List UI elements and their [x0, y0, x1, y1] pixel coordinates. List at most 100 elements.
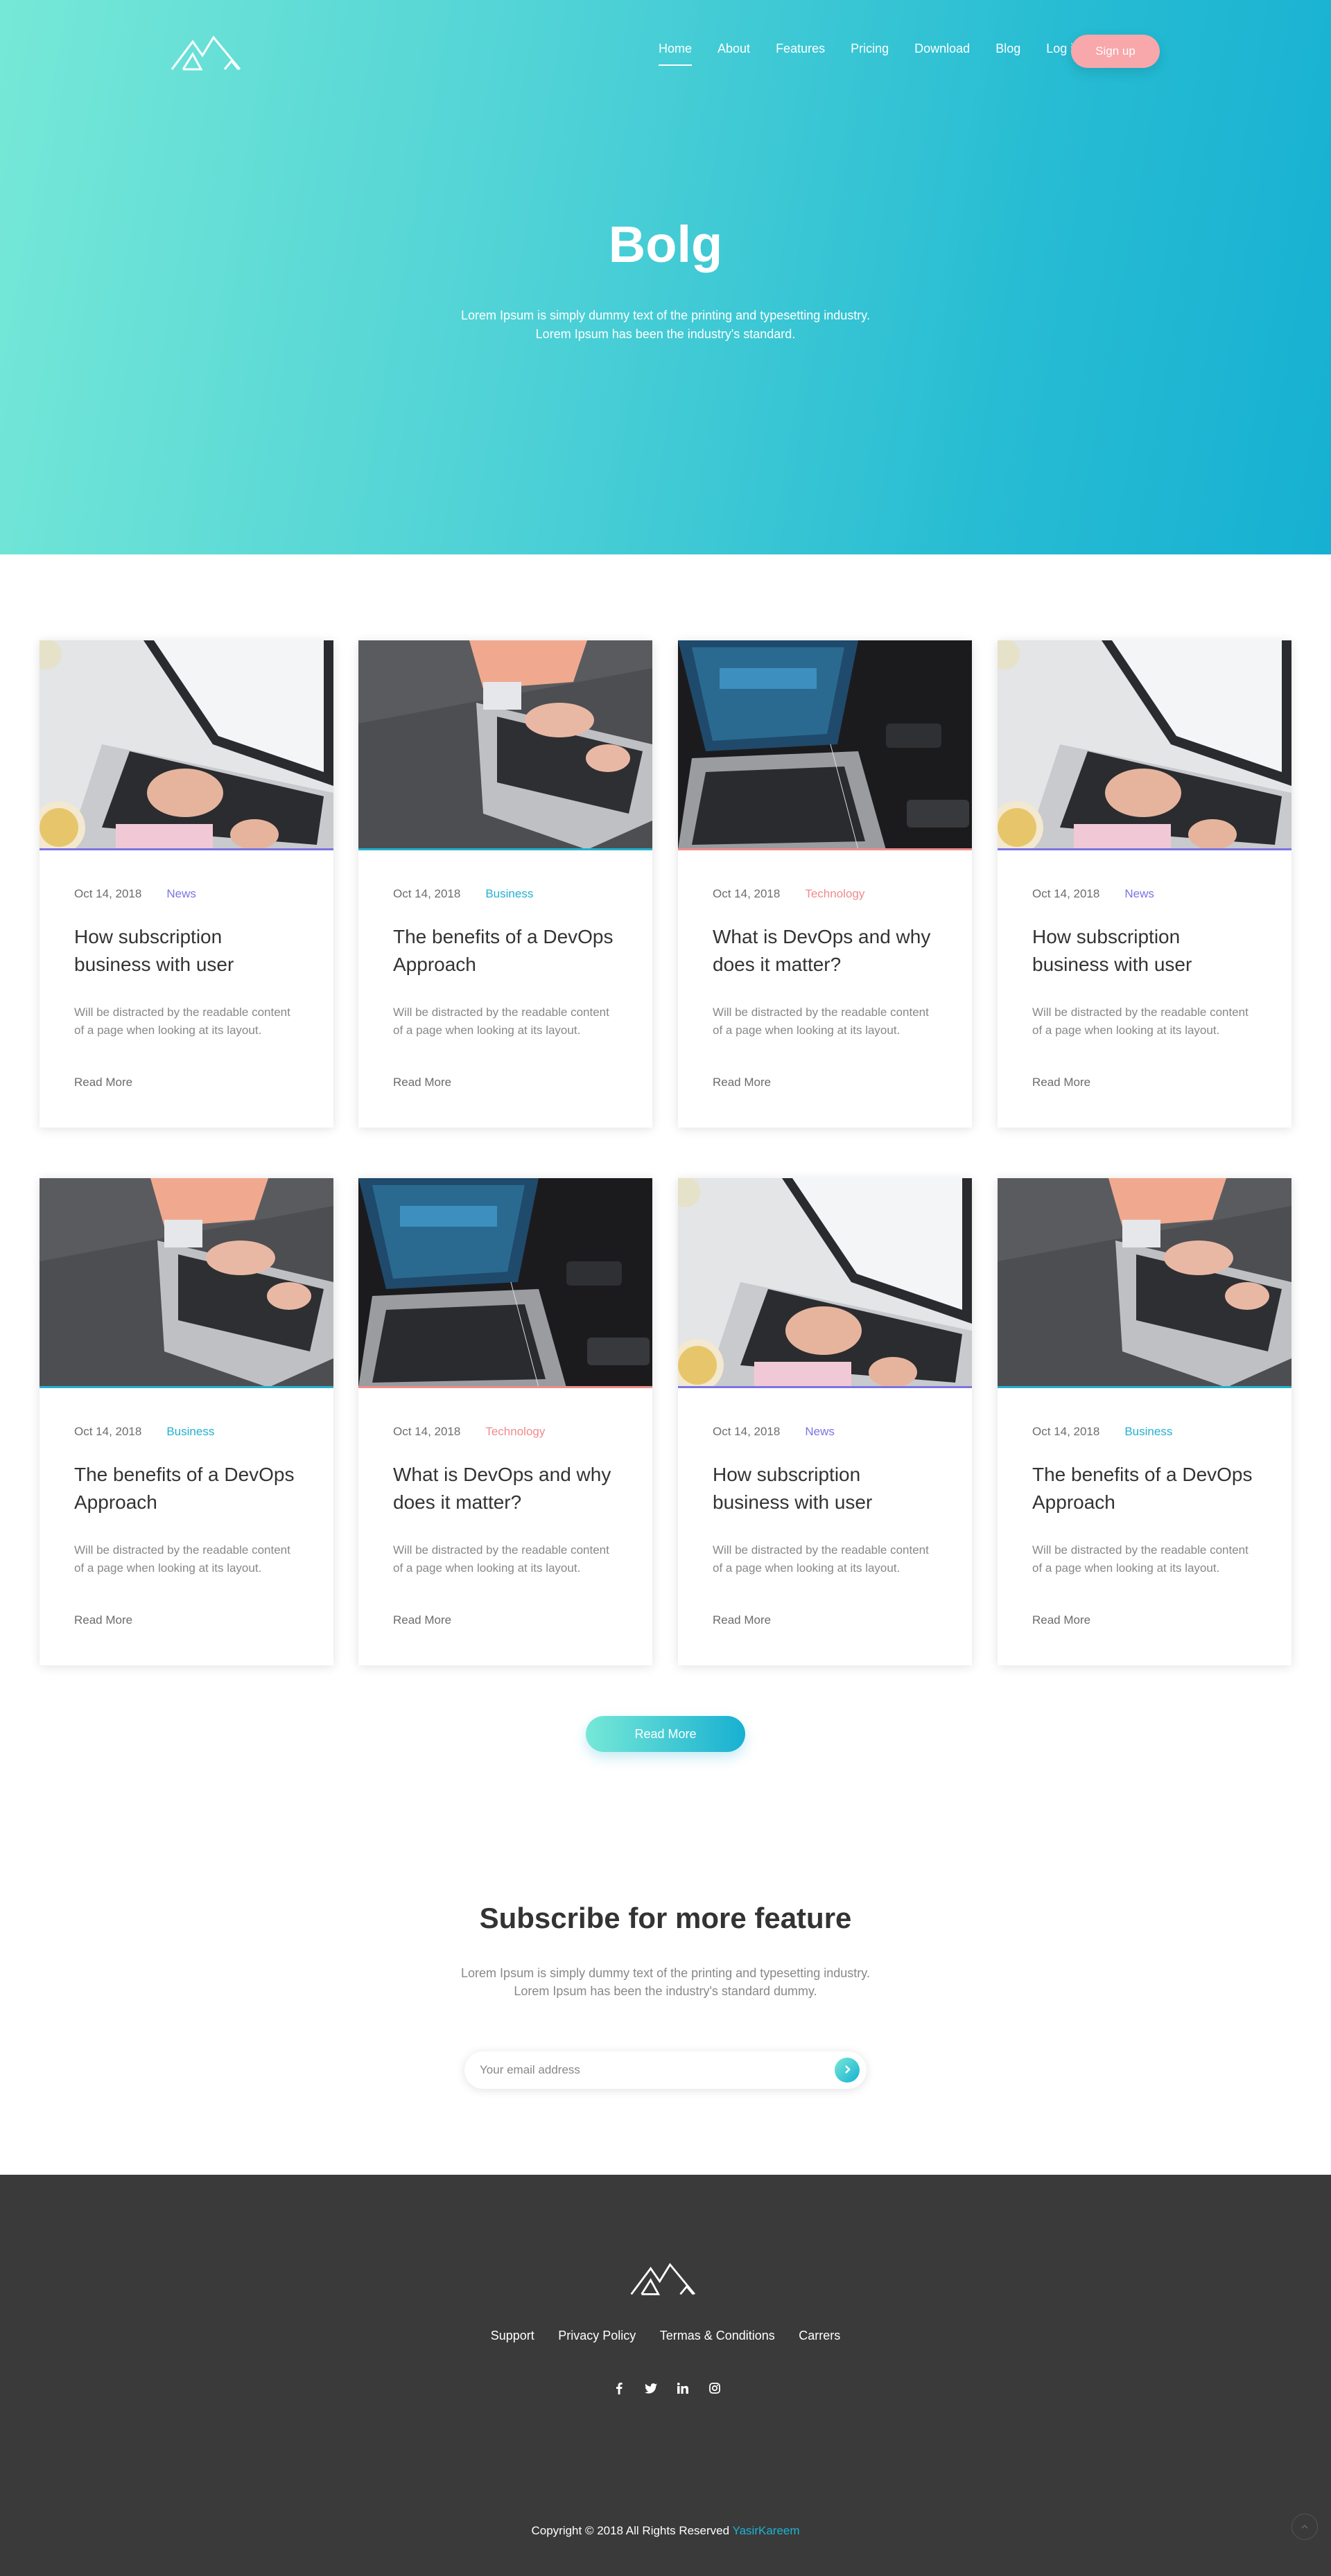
laptop-dark-desk-photo[interactable]	[358, 1178, 652, 1387]
post-date: Oct 14, 2018	[393, 887, 461, 900]
hero-subtitle-line: Lorem Ipsum is simply dummy text of the …	[461, 308, 870, 322]
copyright: Copyright © 2018 All Rights Reserved Yas…	[0, 2524, 1331, 2538]
post-title-line: does it matter?	[713, 954, 842, 975]
card-accent-line	[40, 848, 333, 850]
card-meta: Oct 14, 2018 Technology	[393, 1425, 545, 1439]
blog-card[interactable]: Oct 14, 2018 Business The benefits of a De…	[358, 640, 652, 1128]
back-to-top-button[interactable]	[1291, 2514, 1318, 2540]
read-more-link[interactable]: Read More	[393, 1613, 451, 1627]
nav-blog[interactable]: Blog	[995, 42, 1020, 56]
post-category[interactable]: News	[1124, 887, 1154, 900]
card-accent-line	[358, 848, 652, 850]
laptop-coffee-photo[interactable]	[678, 1178, 972, 1387]
post-excerpt: Will be distracted by the readable conte…	[393, 1541, 629, 1577]
author-link[interactable]: YasirKareem	[733, 2524, 800, 2537]
subscribe-submit-button[interactable]	[835, 2058, 860, 2083]
linkedin-icon[interactable]	[667, 2380, 699, 2397]
post-excerpt-line: Will be distracted by the readable conte…	[74, 1006, 290, 1019]
read-more-link[interactable]: Read More	[713, 1076, 771, 1089]
post-category[interactable]: Technology	[805, 887, 864, 900]
post-title[interactable]: The benefits of a DevOps Approach	[393, 923, 629, 979]
nav-pricing[interactable]: Pricing	[851, 42, 889, 56]
post-date: Oct 14, 2018	[74, 887, 142, 900]
post-excerpt-line: of a page when looking at its layout.	[393, 1561, 581, 1575]
hero-subtitle: Lorem Ipsum is simply dummy text of the …	[458, 306, 873, 344]
post-title[interactable]: The benefits of a DevOps Approach	[1032, 1461, 1268, 1516]
load-more-button[interactable]: Read More	[586, 1716, 745, 1752]
post-title[interactable]: How subscription business with user	[713, 1461, 948, 1516]
post-excerpt: Will be distracted by the readable conte…	[1032, 1004, 1268, 1040]
facebook-icon[interactable]	[603, 2380, 635, 2397]
card-accent-line	[358, 1386, 652, 1388]
blog-card[interactable]: Oct 14, 2018 Business The benefits of a De…	[998, 1178, 1291, 1665]
laptop-coffee-photo[interactable]	[998, 640, 1291, 850]
footer-link-support[interactable]: Support	[491, 2329, 534, 2342]
post-excerpt-line: Will be distracted by the readable conte…	[1032, 1543, 1249, 1557]
read-more-link[interactable]: Read More	[1032, 1613, 1090, 1627]
post-excerpt: Will be distracted by the readable conte…	[74, 1004, 310, 1040]
post-title[interactable]: How subscription business with user	[74, 923, 310, 979]
post-title-line: Approach	[74, 1491, 157, 1513]
post-title-line: How subscription	[1032, 926, 1181, 947]
mountain-logo-icon[interactable]	[171, 33, 247, 73]
read-more-link[interactable]: Read More	[74, 1613, 132, 1627]
post-category[interactable]: Technology	[485, 1425, 545, 1438]
card-meta: Oct 14, 2018 News	[74, 887, 196, 901]
post-excerpt-line: Will be distracted by the readable conte…	[393, 1543, 609, 1557]
email-field[interactable]	[480, 2060, 812, 2080]
post-date: Oct 14, 2018	[713, 887, 781, 900]
post-title[interactable]: What is DevOps and why does it matter?	[713, 923, 948, 979]
post-title[interactable]: How subscription business with user	[1032, 923, 1268, 979]
nav-features[interactable]: Features	[776, 42, 825, 56]
nav-about[interactable]: About	[717, 42, 750, 56]
read-more-link[interactable]: Read More	[1032, 1076, 1090, 1089]
footer-link-privacy[interactable]: Privacy Policy	[558, 2329, 636, 2342]
hero-section: Home About Features Pricing Download Blo…	[0, 0, 1331, 554]
mountain-logo-icon[interactable]	[628, 2261, 703, 2298]
post-category[interactable]: Business	[166, 1425, 214, 1438]
nav-home[interactable]: Home	[659, 42, 693, 66]
blog-card[interactable]: Oct 14, 2018 News How subscription business…	[40, 640, 333, 1128]
post-excerpt: Will be distracted by the readable conte…	[393, 1004, 629, 1040]
card-meta: Oct 14, 2018 News	[713, 1425, 835, 1439]
blog-card[interactable]: Oct 14, 2018 Technology What is DevOps and…	[358, 1178, 652, 1665]
post-date: Oct 14, 2018	[393, 1425, 461, 1438]
footer-link-terms[interactable]: Termas & Conditions	[660, 2329, 775, 2342]
post-excerpt-line: Will be distracted by the readable conte…	[713, 1006, 929, 1019]
post-title-line: How subscription	[713, 1464, 861, 1485]
post-title-line: How subscription	[74, 926, 223, 947]
laptop-typing-photo[interactable]	[358, 640, 652, 850]
laptop-dark-desk-photo[interactable]	[678, 640, 972, 850]
post-title[interactable]: What is DevOps and why does it matter?	[393, 1461, 629, 1516]
card-meta: Oct 14, 2018 Business	[1032, 1425, 1172, 1439]
laptop-typing-photo[interactable]	[40, 1178, 333, 1387]
post-title-line: business with user	[713, 1491, 873, 1513]
post-title-line: The benefits of a DevOps	[1032, 1464, 1253, 1485]
subscribe-text: Lorem Ipsum is simply dummy text of the …	[444, 1964, 887, 2000]
read-more-link[interactable]: Read More	[74, 1076, 132, 1089]
post-excerpt-line: of a page when looking at its layout.	[713, 1024, 901, 1037]
signup-button[interactable]: Sign up	[1071, 35, 1160, 68]
post-category[interactable]: News	[166, 887, 196, 900]
post-category[interactable]: Business	[485, 887, 533, 900]
blog-card[interactable]: Oct 14, 2018 Business The benefits of a De…	[40, 1178, 333, 1665]
footer-link-careers[interactable]: Carrers	[799, 2329, 840, 2342]
laptop-coffee-photo[interactable]	[40, 640, 333, 850]
laptop-typing-photo[interactable]	[998, 1178, 1291, 1387]
post-date: Oct 14, 2018	[1032, 1425, 1100, 1438]
post-category[interactable]: Business	[1124, 1425, 1172, 1438]
post-category[interactable]: News	[805, 1425, 835, 1438]
instagram-icon[interactable]	[699, 2380, 731, 2397]
card-meta: Oct 14, 2018 Technology	[713, 887, 864, 901]
blog-card[interactable]: Oct 14, 2018 News How subscription business…	[678, 1178, 972, 1665]
blog-card[interactable]: Oct 14, 2018 Technology What is DevOps and…	[678, 640, 972, 1128]
twitter-icon[interactable]	[635, 2380, 667, 2397]
card-accent-line	[678, 848, 972, 850]
main-nav: Home About Features Pricing Download Blo…	[659, 42, 1106, 66]
read-more-link[interactable]: Read More	[713, 1613, 771, 1627]
nav-download[interactable]: Download	[914, 42, 970, 56]
post-title[interactable]: The benefits of a DevOps Approach	[74, 1461, 310, 1516]
read-more-link[interactable]: Read More	[393, 1076, 451, 1089]
card-meta: Oct 14, 2018 Business	[74, 1425, 214, 1439]
blog-card[interactable]: Oct 14, 2018 News How subscription business…	[998, 640, 1291, 1128]
